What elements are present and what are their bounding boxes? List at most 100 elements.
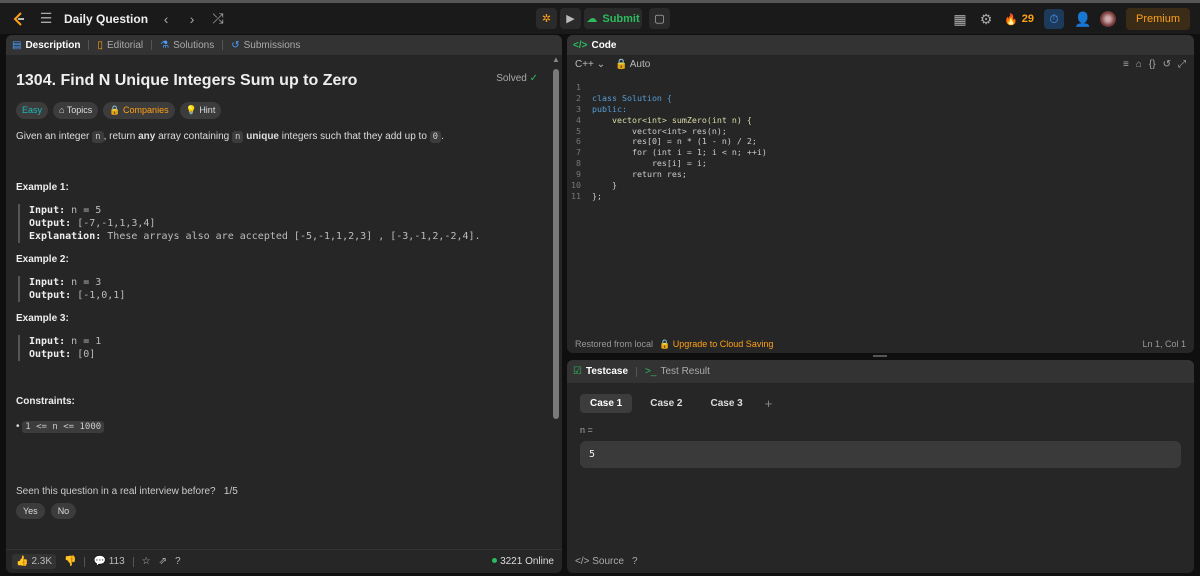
- scrollbar-thumb[interactable]: [553, 69, 559, 419]
- debug-button[interactable]: ✲: [536, 8, 557, 29]
- constraint-code: 1 <= n <= 1000: [22, 421, 105, 433]
- layout-icon[interactable]: ▦: [952, 11, 968, 28]
- checkbox-icon: ☑: [573, 366, 582, 377]
- thumbs-up-icon: 👍: [16, 556, 29, 567]
- tab-description[interactable]: ▤ Description: [12, 40, 80, 51]
- auto-label: Auto: [629, 59, 651, 70]
- add-case-icon[interactable]: +: [765, 396, 773, 411]
- case-tab[interactable]: Case 2: [640, 394, 692, 413]
- output-value: [-1,0,1]: [77, 290, 126, 301]
- format-icon[interactable]: ≡: [1123, 59, 1129, 70]
- like-button[interactable]: 👍 2.3K: [12, 554, 57, 569]
- tab-test-result[interactable]: >_ Test Result: [645, 366, 710, 377]
- code-text: class Solution {: [592, 92, 672, 103]
- code-text: public:: [592, 103, 627, 114]
- tab-label: Solutions: [173, 39, 215, 51]
- daily-question-title[interactable]: Daily Question: [64, 12, 148, 26]
- topics-chip[interactable]: ⌂ Topics: [53, 102, 99, 119]
- output-label: Output:: [29, 349, 72, 360]
- description-body: 1304. Find N Unique Integers Sum up to Z…: [6, 55, 562, 549]
- case-tab[interactable]: Case 3: [701, 394, 753, 413]
- bullet: •: [16, 421, 20, 432]
- code-editor[interactable]: 1 2 class Solution { 3 public: 4 vector<in…: [567, 74, 1194, 328]
- streak-count: 29: [1021, 13, 1034, 25]
- tab-submissions[interactable]: ↺ Submissions: [231, 40, 300, 51]
- auto-mode-toggle[interactable]: 🔒 Auto: [615, 59, 650, 70]
- help-icon[interactable]: ?: [632, 556, 638, 567]
- text: array containing: [155, 131, 233, 142]
- comments-button[interactable]: 💬 113: [93, 556, 124, 567]
- code-text: res[0] = n * (1 - n) / 2;: [592, 136, 757, 147]
- tab-code[interactable]: </> Code: [573, 40, 616, 51]
- comment-count: 113: [108, 556, 125, 567]
- tab-editorial[interactable]: ▯ Editorial: [97, 40, 143, 51]
- timer-icon[interactable]: ⏱: [1043, 9, 1064, 29]
- scroll-up-icon[interactable]: ▲: [552, 55, 560, 64]
- source-button[interactable]: </> Source: [575, 556, 624, 567]
- next-problem-icon[interactable]: ›: [184, 11, 200, 27]
- problem-title[interactable]: 1304. Find N Unique Integers Sum up to Z…: [16, 72, 552, 90]
- language-select[interactable]: C++ ⌄: [575, 59, 605, 70]
- tab-solutions[interactable]: ⚗ Solutions: [160, 40, 214, 51]
- lock-icon: 🔒: [659, 338, 671, 349]
- settings-gear-icon[interactable]: ⚙: [978, 11, 994, 28]
- lock-icon: 🔒: [109, 105, 121, 115]
- scrollbar[interactable]: ▲: [550, 55, 562, 543]
- code-line: 10 }: [571, 180, 617, 191]
- code-line: 6 res[0] = n * (1 - n) / 2;: [576, 136, 757, 147]
- run-button[interactable]: ▶: [560, 8, 581, 29]
- note-icon: ▢: [654, 13, 665, 25]
- difficulty-badge: Easy: [16, 102, 49, 119]
- divider: [84, 556, 86, 567]
- bookmark-icon[interactable]: ⌂: [1136, 59, 1142, 70]
- text: integers such that they add up to: [279, 131, 430, 142]
- shuffle-icon[interactable]: ⤮: [210, 10, 226, 27]
- companies-chip[interactable]: 🔒 Companies: [103, 102, 175, 119]
- code-line: 5 vector<int> res(n);: [576, 125, 727, 136]
- help-icon[interactable]: ?: [175, 556, 181, 567]
- star-icon[interactable]: ☆: [142, 556, 151, 567]
- notes-button[interactable]: ▢: [649, 8, 670, 29]
- code-text: vector<int> res(n);: [592, 125, 727, 136]
- inline-code: n: [232, 131, 244, 143]
- testcase-footer: </> Source ?: [567, 549, 1194, 573]
- code-line: 1: [576, 82, 581, 92]
- problem-list-icon[interactable]: ☰: [38, 10, 54, 27]
- text: , return: [103, 131, 139, 142]
- language-label: C++: [575, 59, 594, 70]
- upgrade-label: Upgrade to Cloud Saving: [672, 338, 774, 349]
- avatar[interactable]: [1099, 11, 1116, 27]
- text: .: [441, 131, 444, 142]
- hint-chip[interactable]: 💡 Hint: [179, 102, 222, 119]
- problem-statement: Given an integer n, return any array con…: [16, 131, 552, 143]
- no-button[interactable]: No: [50, 503, 77, 519]
- comment-icon: 💬: [93, 556, 106, 567]
- upgrade-link[interactable]: 🔒 Upgrade to Cloud Saving: [659, 339, 773, 350]
- cloud-upload-icon: ☁: [586, 13, 598, 25]
- tab-testcase[interactable]: ☑ Testcase: [573, 366, 628, 377]
- leetcode-logo-icon[interactable]: [10, 10, 28, 28]
- premium-button[interactable]: Premium: [1125, 8, 1190, 30]
- braces-icon[interactable]: {}: [1149, 59, 1156, 70]
- reset-icon[interactable]: ↺: [1163, 59, 1171, 70]
- yes-button[interactable]: Yes: [16, 503, 45, 519]
- prev-problem-icon[interactable]: ‹: [158, 11, 174, 27]
- bug-icon: ✲: [541, 13, 552, 25]
- testcase-input[interactable]: 5: [580, 441, 1181, 468]
- example-block: Input: n = 3 Output: [-1,0,1]: [18, 276, 552, 302]
- share-icon[interactable]: ⇗: [159, 556, 167, 567]
- fullscreen-icon[interactable]: ⤢: [1178, 59, 1186, 70]
- lightbulb-icon: 💡: [185, 105, 197, 115]
- online-count: 3221 Online: [492, 556, 554, 567]
- streak-counter[interactable]: 🔥 29: [1004, 13, 1034, 26]
- code-text: return res;: [592, 169, 687, 180]
- add-friend-icon[interactable]: 👤: [1074, 11, 1091, 28]
- testcase-panel: ☑ Testcase >_ Test Result Case 1 Case 2 Ca…: [567, 360, 1194, 573]
- dislike-icon[interactable]: 👎: [64, 556, 76, 567]
- case-tab[interactable]: Case 1: [580, 394, 633, 413]
- submit-button[interactable]: ☁ Submit: [584, 8, 642, 29]
- panel-resize-handle[interactable]: [873, 355, 887, 357]
- example-heading: Example 1:: [16, 182, 69, 193]
- code-icon: </>: [573, 39, 588, 51]
- code-line: 7 for (int i = 1; i < n; ++i): [576, 147, 767, 158]
